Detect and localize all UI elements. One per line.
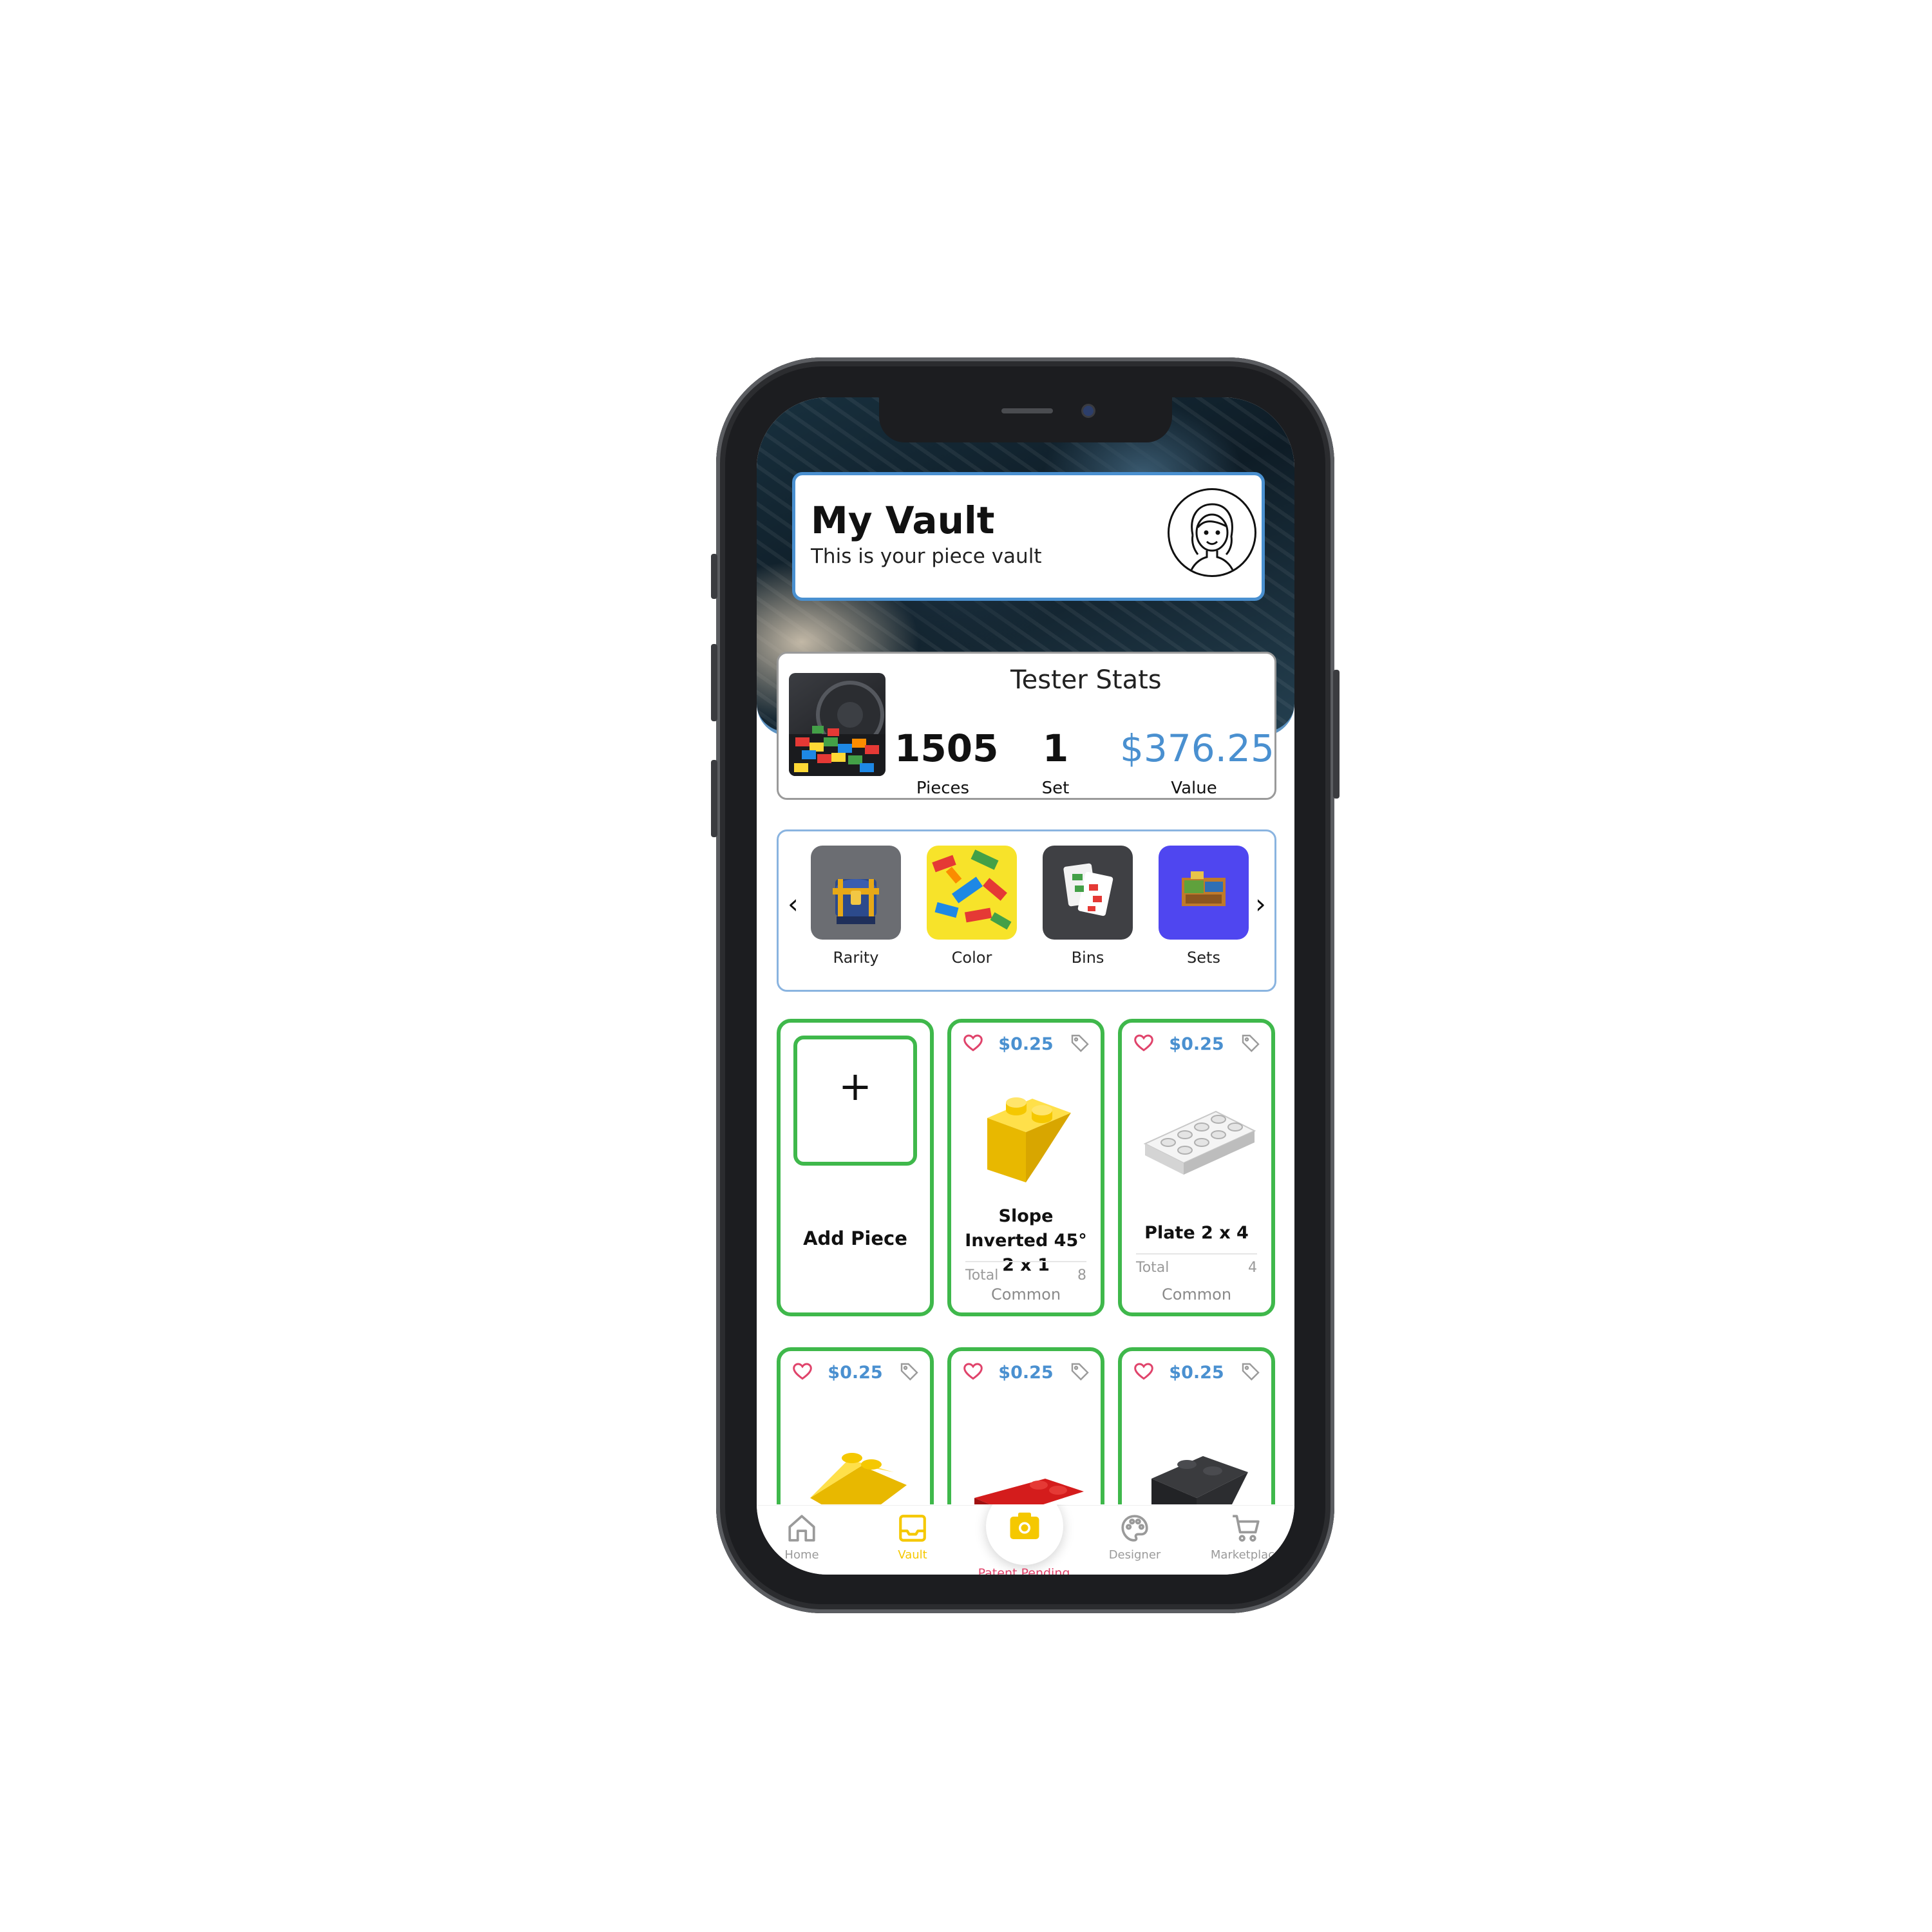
cart-icon [1233, 1515, 1260, 1542]
stat-value-value: $376.25 [1120, 726, 1274, 770]
nav-vault-label: Vault [898, 1548, 927, 1562]
nav-home-label: Home [784, 1548, 819, 1562]
color-bricks-icon [927, 846, 1017, 940]
camera-icon [1010, 1512, 1039, 1539]
piece-card[interactable]: $0.25 Slope Inverted 45° 2 x 1 Total 8 C… [947, 1019, 1104, 1316]
vault-header-card: My Vault This is your piece vault [792, 472, 1265, 601]
nav-vault[interactable]: Vault [874, 1512, 951, 1562]
piece-card[interactable]: $0.25 [777, 1347, 934, 1504]
stat-pieces: 1505 Pieces [895, 726, 999, 798]
front-camera [1083, 406, 1094, 416]
palette-icon [1121, 1515, 1148, 1542]
slope-inverted-brick-image [987, 1097, 1071, 1182]
avatar[interactable] [1168, 488, 1256, 577]
plate-brick-image [1143, 1110, 1256, 1175]
stat-pieces-label: Pieces [916, 779, 970, 798]
volume-down-button [711, 760, 717, 837]
silent-switch [711, 554, 717, 599]
price-tag-icon[interactable] [1070, 1033, 1090, 1054]
category-bins-label: Bins [1071, 949, 1104, 967]
stat-sets-value: 1 [1042, 726, 1069, 770]
price-tag-icon[interactable] [1240, 1033, 1261, 1054]
stats-title: Tester Stats [1010, 665, 1162, 695]
piece-card[interactable]: $0.25 [1118, 1347, 1275, 1504]
category-color-label: Color [951, 949, 992, 967]
black-slope-image [1151, 1456, 1248, 1504]
stat-value-label: Value [1171, 779, 1217, 798]
stat-sets: 1 Set [1030, 730, 1081, 798]
piece-card[interactable]: $0.25 [947, 1347, 1104, 1504]
vault-bricks-image [789, 673, 886, 776]
stat-pieces-value: 1505 [895, 726, 999, 770]
phone-notch [879, 397, 1172, 442]
page-subtitle: This is your piece vault [811, 545, 1042, 568]
nav-designer-label: Designer [1108, 1548, 1161, 1562]
price-tag-icon[interactable] [899, 1361, 920, 1382]
inbox-icon [899, 1515, 926, 1542]
piece-rarity: Common [990, 1285, 1061, 1303]
add-piece-box[interactable]: + [793, 1036, 917, 1166]
red-plate-image [974, 1479, 1084, 1504]
earpiece-speaker [1001, 408, 1053, 413]
stat-value: $376.25 Value [1120, 726, 1274, 798]
category-bins[interactable]: Bins [1043, 846, 1133, 967]
category-carousel: ‹ Rarity Color Bins Sets › [777, 829, 1276, 992]
home-icon [788, 1515, 815, 1542]
piece-total-value: 4 [1248, 1260, 1257, 1276]
piece-name: Plate 2 x 4 [1144, 1223, 1249, 1243]
add-piece-label: Add Piece [803, 1227, 907, 1249]
user-avatar-icon [1190, 503, 1234, 571]
slope-brick-image [810, 1453, 907, 1504]
plus-icon: + [838, 1063, 872, 1110]
nav-designer[interactable]: Designer [1096, 1512, 1173, 1562]
nav-marketplace-label: Marketplace [1210, 1548, 1282, 1562]
piece-rarity: Common [1161, 1285, 1232, 1303]
category-rarity[interactable]: Rarity [811, 846, 901, 967]
piece-total-label: Total [1136, 1260, 1170, 1276]
piece-total-row: Total 4 [1136, 1253, 1257, 1276]
carousel-prev-arrow[interactable]: ‹ [788, 888, 799, 920]
category-color[interactable]: Color [927, 846, 1017, 967]
category-rarity-label: Rarity [833, 949, 879, 967]
carousel-next-arrow[interactable]: › [1255, 888, 1266, 920]
sets-box-icon [1159, 846, 1249, 940]
volume-up-button [711, 644, 717, 721]
stat-sets-label: Set [1041, 779, 1070, 798]
price-tag-icon[interactable] [1070, 1361, 1090, 1382]
add-piece-card[interactable]: + Add Piece [777, 1019, 934, 1316]
piece-total-label: Total [965, 1267, 999, 1283]
stats-card: Tester Stats 1505 Pieces 1 Set $376.25 V… [777, 652, 1276, 800]
category-sets-label: Sets [1187, 949, 1220, 967]
patent-pending-label: Patent Pending [978, 1566, 1070, 1575]
piece-card[interactable]: $0.25 Plate 2 x 4 Total 4 Common [1118, 1019, 1275, 1316]
piece-total-row: Total 8 [965, 1261, 1086, 1283]
price-tag-icon[interactable] [1240, 1361, 1261, 1382]
nav-home[interactable]: Home [763, 1512, 840, 1562]
power-button [1333, 670, 1340, 799]
rarity-chest-icon [811, 846, 901, 940]
nav-marketplace[interactable]: Marketplace [1208, 1512, 1285, 1562]
category-sets[interactable]: Sets [1159, 846, 1249, 967]
bins-cards-icon [1043, 846, 1133, 940]
piece-row-2: $0.25 $0.25 $0.25 [0, 1340, 1932, 1504]
piece-total-value: 8 [1077, 1267, 1086, 1283]
page-title: My Vault [811, 498, 995, 542]
bottom-nav: Home Vault Patent Pending Designer Marke… [757, 1488, 1294, 1575]
